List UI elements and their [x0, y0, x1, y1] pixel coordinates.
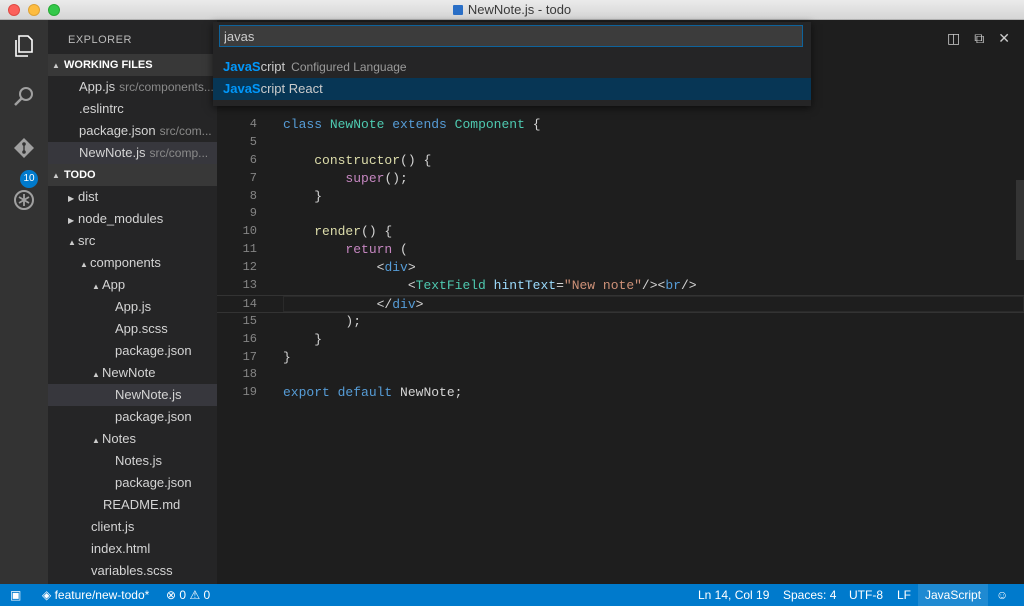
- error-icon: ⊗: [166, 588, 177, 602]
- language-option-javascript-react[interactable]: JavaScript React: [213, 78, 811, 100]
- tree-file-app-js[interactable]: App.js: [48, 296, 217, 318]
- project-header[interactable]: ▲ TODO: [48, 164, 217, 186]
- code-line: 7 super();: [249, 170, 408, 186]
- title-bar: NewNote.js - todo: [0, 0, 1024, 20]
- git-changes-badge: 10: [20, 170, 38, 188]
- explorer-title: EXPLORER: [68, 34, 132, 46]
- working-file-eslintrc[interactable]: .eslintrc: [48, 98, 217, 120]
- code-line: 13 <TextField hintText="New note"/><br/>: [242, 278, 697, 294]
- indentation-status[interactable]: Spaces: 4: [783, 584, 836, 606]
- search-icon[interactable]: [10, 84, 38, 112]
- branch-status[interactable]: ◈ feature/new-todo*: [42, 584, 149, 606]
- problems-status[interactable]: ⊗ 0 ⚠ 0: [166, 584, 210, 606]
- tree-file-app-package-json[interactable]: package.json: [48, 340, 217, 362]
- tree-file-client-js[interactable]: client.js: [48, 516, 217, 538]
- eol-status[interactable]: LF: [897, 584, 911, 606]
- warning-icon: ⚠: [189, 588, 201, 602]
- code-line: 10 render() {: [242, 224, 393, 240]
- tree-file-notes-js[interactable]: Notes.js: [48, 450, 217, 472]
- chevron-down-icon: ▲: [80, 260, 88, 269]
- code-line: 17}: [242, 349, 291, 365]
- close-editor-icon[interactable]: ✕: [998, 30, 1010, 46]
- code-line-current: 14 </div>: [217, 294, 1024, 313]
- explorer-icon[interactable]: [10, 34, 38, 62]
- language-mode-status[interactable]: JavaScript: [918, 584, 989, 606]
- tree-folder-components[interactable]: ▲ components: [48, 252, 217, 274]
- code-line: 19 export default NewNote;: [242, 385, 463, 401]
- tree-file-newnote-package-json[interactable]: package.json: [48, 406, 217, 428]
- language-option-javascript[interactable]: JavaScript Configured Language: [213, 56, 811, 78]
- working-file-package-json[interactable]: package.json src/com...: [48, 120, 217, 142]
- code-area[interactable]: 4 class NewNote extends Component { 5 6 c…: [217, 116, 1024, 402]
- code-line: 4 class NewNote extends Component {: [249, 117, 541, 132]
- debug-icon[interactable]: [10, 188, 38, 216]
- git-icon[interactable]: [10, 136, 38, 164]
- language-picker: JavaScriptConfigured Language JavaScript…: [213, 22, 811, 106]
- working-file-app-js[interactable]: App.js src/components...: [48, 76, 217, 98]
- scrollbar-thumb[interactable]: [1016, 180, 1024, 260]
- editor-scrollbar[interactable]: [1014, 20, 1024, 584]
- status-bar: ▣ ◈ feature/new-todo* ⊗ 0 ⚠ 0 Ln 14, Col…: [0, 584, 1024, 606]
- tree-folder-node-modules[interactable]: ▶ node_modules: [48, 208, 217, 230]
- window-title: NewNote.js - todo: [0, 2, 1024, 17]
- tree-folder-src[interactable]: ▲ src: [48, 230, 217, 252]
- open-changes-icon[interactable]: ⧉: [974, 30, 984, 46]
- working-files-header[interactable]: ▲ WORKING FILES: [48, 54, 217, 76]
- cursor-position[interactable]: Ln 14, Col 19: [698, 584, 769, 606]
- tree-file-readme[interactable]: README.md: [48, 494, 217, 516]
- tree-folder-app[interactable]: ▲ App: [48, 274, 217, 296]
- chevron-down-icon: ▲: [92, 370, 100, 379]
- tree-file-index-html[interactable]: index.html: [48, 538, 217, 560]
- code-line: 12 <div>: [242, 260, 416, 276]
- code-line: 8 }: [249, 188, 323, 204]
- code-line: 6 constructor() {: [249, 152, 432, 168]
- code-line: 15 );: [242, 313, 362, 329]
- split-editor-icon[interactable]: ◫: [947, 30, 960, 46]
- tree-folder-dist[interactable]: ▶ dist: [48, 186, 217, 208]
- feedback-smiley-icon[interactable]: ☺: [996, 584, 1008, 606]
- sync-icon[interactable]: ▣: [10, 584, 21, 606]
- tree-folder-notes[interactable]: ▲ Notes: [48, 428, 217, 450]
- file-icon: [452, 5, 463, 15]
- encoding-status[interactable]: UTF-8: [849, 584, 883, 606]
- code-line: 5: [249, 134, 257, 149]
- collapse-triangle-icon: ▲: [52, 61, 60, 70]
- chevron-right-icon: ▶: [68, 216, 75, 225]
- tree-file-variables-scss[interactable]: variables.scss: [48, 560, 217, 582]
- language-search-input[interactable]: [219, 25, 803, 47]
- tree-file-app-scss[interactable]: App.scss: [48, 318, 217, 340]
- explorer-sidebar: EXPLORER ▲ WORKING FILES App.js src/compon…: [48, 20, 217, 584]
- working-file-newnote-js[interactable]: NewNote.js src/comp...: [48, 142, 217, 164]
- collapse-triangle-icon: ▲: [52, 171, 60, 180]
- code-line: 18: [242, 367, 257, 382]
- window-title-text: NewNote.js - todo: [467, 2, 572, 17]
- chevron-down-icon: ▲: [68, 238, 76, 247]
- tree-file-newnote-js[interactable]: NewNote.js: [48, 384, 217, 406]
- chevron-down-icon: ▲: [92, 436, 100, 445]
- editor-actions: ◫ ⧉ ✕: [933, 30, 1010, 47]
- tree-file-notes-package-json[interactable]: package.json: [48, 472, 217, 494]
- chevron-right-icon: ▶: [68, 194, 75, 203]
- chevron-down-icon: ▲: [92, 282, 100, 291]
- code-line: 9: [249, 206, 257, 221]
- code-line: 11 return (: [242, 242, 408, 258]
- activity-bar: 10: [0, 20, 48, 584]
- code-line: 16 }: [242, 331, 323, 347]
- git-branch-icon: ◈: [42, 588, 52, 602]
- tree-folder-newnote[interactable]: ▲ NewNote: [48, 362, 217, 384]
